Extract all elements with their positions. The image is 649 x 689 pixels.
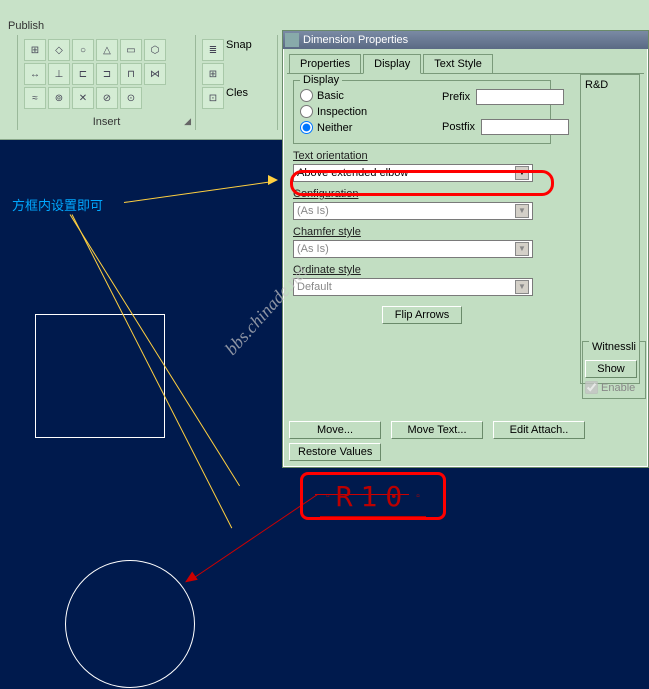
snap-group: ≣ Snap ⊞ ⊡ Cles bbox=[196, 35, 278, 130]
chevron-down-icon: ▼ bbox=[515, 204, 529, 218]
enable-checkbox[interactable] bbox=[585, 381, 598, 394]
tab-text-style[interactable]: Text Style bbox=[423, 54, 493, 74]
cles-icon[interactable]: ⊡ bbox=[202, 87, 224, 109]
edit-attach-button[interactable]: Edit Attach.. bbox=[493, 421, 585, 439]
postfix-label: Postfix bbox=[442, 121, 475, 133]
insert-icon[interactable]: ↔ bbox=[24, 63, 46, 85]
rd-panel: R&D bbox=[580, 74, 640, 384]
rd-label: R&D bbox=[585, 79, 608, 91]
chamfer-combo[interactable]: (As Is)▼ bbox=[293, 240, 533, 258]
configuration-combo[interactable]: (As Is)▼ bbox=[293, 202, 533, 220]
rio-callout: ▫ R10 ▫ bbox=[300, 472, 446, 520]
prefix-label: Prefix bbox=[442, 91, 470, 103]
move-button[interactable]: Move... bbox=[289, 421, 381, 439]
prefix-input[interactable] bbox=[476, 89, 564, 105]
insert-icon[interactable]: △ bbox=[96, 39, 118, 61]
tab-display[interactable]: Display bbox=[363, 54, 421, 74]
insert-icon[interactable]: ≈ bbox=[24, 87, 46, 109]
display-groupbox: Display Basic Prefix Inspection Neither … bbox=[293, 80, 551, 144]
radio-inspection[interactable] bbox=[300, 105, 313, 118]
insert-group: ⊞ ◇ ○ △ ▭ ⬡ ↔ ⊥ ⊏ ⊐ ⊓ ⋈ ≈ ⊚ ✕ ⊘ ⊙ bbox=[18, 35, 196, 130]
insert-icon[interactable]: ✕ bbox=[72, 87, 94, 109]
annotation-text: 方框内设置即可 bbox=[12, 195, 103, 214]
show-button[interactable]: Show bbox=[585, 360, 637, 378]
chevron-down-icon: ▼ bbox=[515, 242, 529, 256]
dialog-icon bbox=[285, 33, 299, 47]
insert-icon[interactable]: ⊚ bbox=[48, 87, 70, 109]
restore-values-button[interactable]: Restore Values bbox=[289, 443, 381, 461]
insert-icon[interactable]: ⊏ bbox=[72, 63, 94, 85]
insert-icon[interactable]: ⊓ bbox=[120, 63, 142, 85]
expand-icon[interactable]: ◢ bbox=[184, 116, 191, 127]
insert-icon[interactable]: ⊘ bbox=[96, 87, 118, 109]
insert-icon[interactable]: ⊞ bbox=[24, 39, 46, 61]
insert-icon[interactable]: ⋈ bbox=[144, 63, 166, 85]
chevron-down-icon: ▼ bbox=[515, 280, 529, 294]
rio-text: R10 bbox=[336, 480, 411, 513]
dialog-titlebar[interactable]: Dimension Properties bbox=[283, 31, 648, 49]
snap-icon[interactable]: ⊞ bbox=[202, 63, 224, 85]
rectangle-shape bbox=[35, 314, 165, 438]
insert-icon[interactable]: ⊙ bbox=[120, 87, 142, 109]
dimension-properties-dialog: Dimension Properties Properties Display … bbox=[282, 30, 649, 468]
insert-icon[interactable]: ▭ bbox=[120, 39, 142, 61]
insert-icon[interactable]: ⊥ bbox=[48, 63, 70, 85]
ordinate-combo[interactable]: Default▼ bbox=[293, 278, 533, 296]
cles-label: Cles bbox=[226, 87, 248, 109]
witness-groupbox: Witnessli Show Enable bbox=[582, 341, 646, 399]
snap-label: Snap bbox=[226, 39, 252, 61]
tab-properties[interactable]: Properties bbox=[289, 54, 361, 74]
insert-icon[interactable]: ⬡ bbox=[144, 39, 166, 61]
dialog-title: Dimension Properties bbox=[303, 34, 408, 46]
publish-label: Publish bbox=[8, 20, 44, 32]
insert-icon[interactable]: ○ bbox=[72, 39, 94, 61]
flip-arrows-button[interactable]: Flip Arrows bbox=[382, 306, 462, 324]
text-orientation-combo[interactable]: Above extended elbow▼ bbox=[293, 164, 533, 182]
radio-neither[interactable] bbox=[300, 121, 313, 134]
chevron-down-icon: ▼ bbox=[515, 166, 529, 180]
snap-icon[interactable]: ≣ bbox=[202, 39, 224, 61]
tab-strip: Properties Display Text Style bbox=[289, 53, 648, 73]
insert-icon[interactable]: ⊐ bbox=[96, 63, 118, 85]
circle-shape bbox=[65, 560, 195, 688]
postfix-input[interactable] bbox=[481, 119, 569, 135]
move-text-button[interactable]: Move Text... bbox=[391, 421, 483, 439]
insert-icon[interactable]: ◇ bbox=[48, 39, 70, 61]
radio-basic[interactable] bbox=[300, 89, 313, 102]
